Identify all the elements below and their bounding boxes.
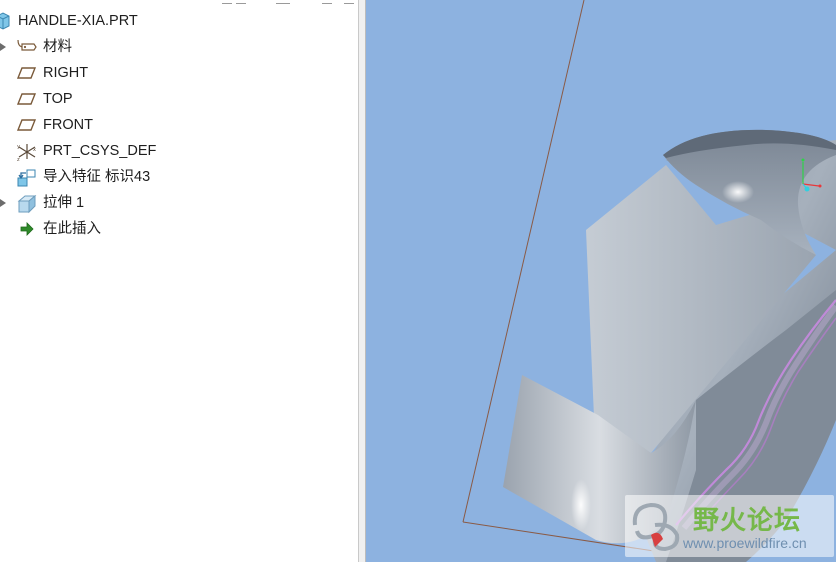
svg-text:z: z (17, 157, 20, 162)
extrude-icon (17, 194, 37, 214)
tree-item-label: TOP (43, 91, 73, 107)
tree-item-import-feature[interactable]: 导入特征 标识43 (0, 165, 350, 189)
toolbar-glyph (236, 0, 246, 4)
toolbar-glyph (222, 0, 232, 4)
tree-item-insert-here[interactable]: 在此插入 (0, 217, 350, 241)
tree-item-extrude[interactable]: 拉伸 1 (0, 191, 350, 215)
svg-text:x: x (33, 147, 36, 153)
tree-item-label: 在此插入 (43, 221, 101, 237)
model-render (462, 0, 836, 562)
tree-item-root-part[interactable]: HANDLE-XIA.PRT (0, 9, 350, 33)
watermark-title: 野火论坛 (693, 506, 802, 536)
expand-arrow-icon[interactable] (0, 199, 6, 207)
toolbar-edge-strip (0, 0, 358, 4)
datum-plane-icon (17, 116, 37, 134)
watermark-url: www.proewildfire.cn (683, 535, 807, 551)
tree-item-label: RIGHT (43, 65, 89, 81)
part-icon (0, 12, 16, 30)
coordinate-system-icon: y x z (16, 142, 36, 162)
datum-plane-icon (17, 64, 37, 82)
tree-item-csys[interactable]: y x z PRT_CSYS_DEF (0, 139, 350, 163)
graphics-viewport[interactable]: 野火论坛 www.proewildfire.cn (366, 0, 836, 562)
tree-item-label: 材料 (43, 39, 72, 55)
tree-item-material[interactable]: 材料 (0, 35, 350, 59)
toolbar-glyph (344, 0, 354, 4)
watermark: 野火论坛 www.proewildfire.cn (625, 495, 834, 557)
tree-item-front-plane[interactable]: FRONT (0, 113, 350, 137)
toolbar-glyph (276, 0, 290, 4)
tree-item-label: 导入特征 标识43 (43, 169, 151, 185)
application-window: HANDLE-XIA.PRT 材料 RIGHT TOP FRONT y x z … (0, 0, 836, 562)
tree-item-right-plane[interactable]: RIGHT (0, 61, 350, 85)
tree-item-top-plane[interactable]: TOP (0, 87, 350, 111)
material-tag-icon (17, 38, 37, 56)
svg-text:y: y (17, 144, 20, 150)
tree-item-label: 拉伸 1 (43, 195, 85, 211)
expand-arrow-icon[interactable] (0, 43, 6, 51)
insert-here-arrow-icon (19, 220, 39, 238)
model-tree-panel: HANDLE-XIA.PRT 材料 RIGHT TOP FRONT y x z … (0, 0, 359, 562)
datum-plane-icon (17, 90, 37, 108)
import-feature-icon (17, 168, 37, 187)
toolbar-glyph (322, 0, 332, 4)
panel-splitter[interactable] (359, 0, 366, 562)
tree-item-label: PRT_CSYS_DEF (43, 143, 157, 159)
proewildfire-logo-icon (632, 502, 680, 552)
tree-item-label: HANDLE-XIA.PRT (18, 13, 138, 29)
tree-item-label: FRONT (43, 117, 93, 133)
